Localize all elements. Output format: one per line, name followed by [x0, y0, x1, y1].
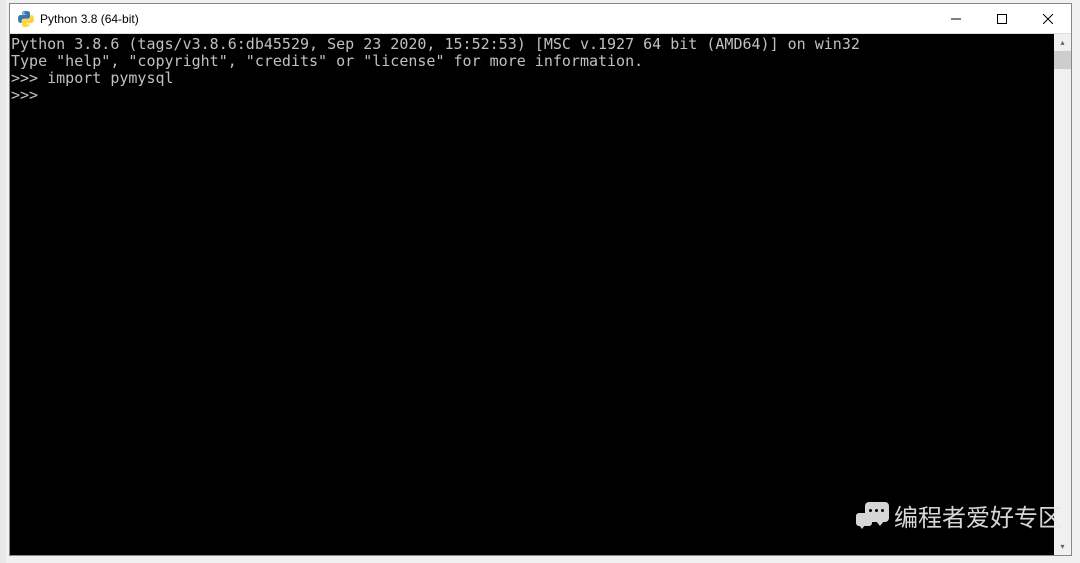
- maximize-button[interactable]: [979, 4, 1025, 33]
- background-window-edge: [0, 0, 6, 563]
- console-output[interactable]: Python 3.8.6 (tags/v3.8.6:db45529, Sep 2…: [10, 34, 1054, 555]
- vertical-scrollbar[interactable]: ▴ ▾: [1054, 34, 1071, 555]
- client-area: Python 3.8.6 (tags/v3.8.6:db45529, Sep 2…: [10, 34, 1071, 555]
- console-line: >>>: [11, 86, 47, 104]
- console-line: Type "help", "copyright", "credits" or "…: [11, 52, 643, 70]
- scroll-up-arrow-icon[interactable]: ▴: [1054, 34, 1071, 51]
- python-icon: [18, 11, 34, 27]
- console-line: >>> import pymysql: [11, 69, 174, 87]
- window-controls: [933, 4, 1071, 33]
- close-button[interactable]: [1025, 4, 1071, 33]
- titlebar[interactable]: Python 3.8 (64-bit): [10, 4, 1071, 34]
- console-line: Python 3.8.6 (tags/v3.8.6:db45529, Sep 2…: [11, 35, 860, 53]
- scroll-track[interactable]: [1054, 51, 1071, 538]
- scroll-down-arrow-icon[interactable]: ▾: [1054, 538, 1071, 555]
- scroll-thumb[interactable]: [1054, 51, 1071, 69]
- minimize-button[interactable]: [933, 4, 979, 33]
- python-console-window: Python 3.8 (64-bit) Python 3.8.6 (tags/v…: [9, 3, 1072, 556]
- window-title: Python 3.8 (64-bit): [40, 12, 933, 26]
